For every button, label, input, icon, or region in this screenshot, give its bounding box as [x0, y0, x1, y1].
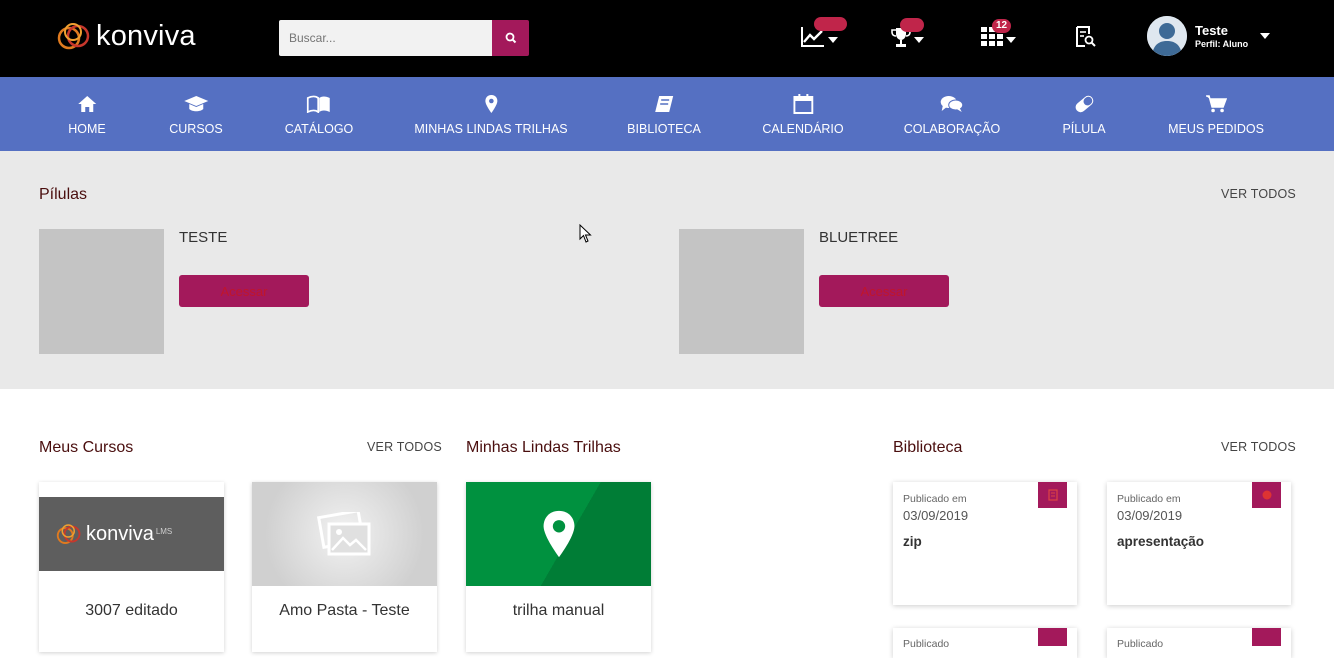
published-date: 03/09/2019	[903, 508, 969, 523]
section-title: Pílulas	[39, 186, 88, 203]
file-type-tag	[1038, 482, 1067, 508]
pilulas-section: Pílulas VER TODOS TESTE Acessar BLUETREE…	[0, 151, 1334, 389]
nav-item-home[interactable]: HOME	[68, 77, 106, 151]
chevron-down-icon	[914, 37, 924, 43]
user-name: Teste	[1195, 22, 1228, 38]
trilha-thumbnail	[466, 482, 651, 586]
published-label: Publicado	[903, 638, 950, 650]
nav-label: MEUS PEDIDOS	[1168, 122, 1264, 136]
achievements-badge	[900, 18, 924, 32]
calendar-icon	[793, 94, 813, 114]
nav-item-meus-pedidos[interactable]: MEUS PEDIDOS	[1168, 77, 1264, 151]
search-icon	[505, 32, 516, 44]
course-thumbnail	[252, 482, 437, 586]
library-item-title: zip	[903, 534, 922, 549]
library-card[interactable]: Publicado	[1107, 628, 1291, 658]
course-card[interactable]: Amo Pasta - Teste	[252, 482, 437, 652]
konviva-logo[interactable]: konviva	[54, 18, 196, 54]
nav-item-calendario[interactable]: CALENDÁRIO	[762, 77, 844, 151]
trilha-card[interactable]: trilha manual	[466, 482, 651, 652]
search-input[interactable]	[279, 20, 492, 56]
logo-rings-icon	[56, 524, 81, 544]
file-type-tag	[1252, 628, 1281, 646]
user-menu[interactable]: Teste Perfil: Aluno	[1147, 16, 1271, 56]
published-date: 03/09/2019	[1117, 508, 1183, 523]
presentation-icon	[1262, 490, 1271, 500]
document-search-button[interactable]	[1076, 24, 1096, 50]
user-profile: Perfil: Aluno	[1195, 38, 1249, 49]
nav-label: CALENDÁRIO	[762, 122, 844, 136]
trilha-name: trilha manual	[512, 602, 605, 619]
nav-label: COLABORAÇÃO	[903, 122, 1001, 136]
chevron-down-icon	[828, 37, 838, 43]
course-name: 3007 editado	[85, 602, 178, 619]
search-bar	[279, 20, 529, 56]
nav-label: CATÁLOGO	[284, 122, 354, 136]
avatar	[1147, 16, 1187, 56]
document-search-icon	[1076, 26, 1096, 47]
home-icon	[78, 96, 96, 112]
acessar-button[interactable]: Acessar	[819, 275, 949, 307]
ver-todos-link[interactable]: VER TODOS	[1221, 187, 1296, 201]
published-label: Publicado	[1117, 638, 1164, 650]
course-card[interactable]: konviva LMS 3007 editado	[39, 482, 224, 652]
library-card[interactable]: Publicado	[893, 628, 1077, 658]
graduation-cap-icon	[183, 96, 208, 112]
nav-label: HOME	[68, 122, 106, 136]
image-placeholder-icon	[316, 512, 370, 556]
pill-icon	[1075, 95, 1093, 113]
section-title: Meus Cursos	[39, 439, 134, 456]
nav-item-pilula[interactable]: PÍLULA	[1062, 77, 1106, 151]
chevron-down-icon	[1006, 37, 1016, 43]
map-pin-icon	[543, 510, 574, 558]
course-name: Amo Pasta - Teste	[279, 602, 410, 619]
search-button[interactable]	[492, 20, 529, 56]
file-type-tag	[1252, 482, 1281, 508]
library-card[interactable]: Publicado em 03/09/2019 apresentação	[1107, 482, 1291, 605]
nav-label: CURSOS	[169, 122, 223, 136]
published-label: Publicado em	[1117, 493, 1181, 505]
logo-rings-icon	[57, 23, 90, 50]
ver-todos-link[interactable]: VER TODOS	[1221, 440, 1296, 454]
thumb-logo-suffix: LMS	[155, 526, 173, 536]
open-book-icon	[307, 95, 330, 113]
course-thumbnail: konviva LMS	[39, 482, 224, 571]
section-title: Minhas Lindas Trilhas	[466, 439, 621, 456]
chevron-down-icon	[1260, 33, 1271, 39]
nav-label: BIBLIOTECA	[627, 122, 701, 136]
nav-item-trilhas[interactable]: MINHAS LINDAS TRILHAS	[414, 77, 568, 151]
logo-text: konviva	[96, 19, 196, 52]
file-type-tag	[1038, 628, 1067, 646]
pill-name: BLUETREE	[819, 229, 899, 246]
library-book-icon	[654, 96, 673, 112]
pill-name: TESTE	[179, 229, 228, 246]
nav-label: PÍLULA	[1062, 122, 1106, 136]
nav-item-biblioteca[interactable]: BIBLIOTECA	[627, 77, 701, 151]
ver-todos-link[interactable]: VER TODOS	[367, 440, 442, 454]
top-bar: konviva Buscar... 12 Teste Perfil: Aluno	[0, 0, 1334, 77]
library-card[interactable]: Publicado em 03/09/2019 zip	[893, 482, 1077, 605]
pill-thumbnail[interactable]	[39, 229, 164, 354]
cart-icon	[1205, 95, 1227, 113]
chat-bubbles-icon	[941, 96, 964, 112]
nav-item-catalogo[interactable]: CATÁLOGO	[284, 77, 354, 151]
section-title: Biblioteca	[893, 439, 963, 456]
published-label: Publicado em	[903, 493, 967, 505]
thumb-logo-text: konviva	[86, 522, 154, 545]
archive-icon	[1047, 489, 1058, 501]
notifications-badge: 12	[992, 19, 1012, 33]
map-pin-icon	[485, 95, 497, 113]
nav-item-cursos[interactable]: CURSOS	[169, 77, 223, 151]
nav-label: MINHAS LINDAS TRILHAS	[414, 122, 568, 136]
nav-item-colaboracao[interactable]: COLABORAÇÃO	[903, 77, 1001, 151]
acessar-button[interactable]: Acessar	[179, 275, 309, 307]
pill-thumbnail[interactable]	[679, 229, 804, 354]
stats-badge	[814, 17, 847, 31]
mouse-cursor-icon	[579, 224, 592, 243]
main-nav: HOME CURSOS CATÁLOGO MINHAS LINDAS TRILH…	[0, 77, 1334, 151]
user-silhouette-icon	[1147, 16, 1187, 56]
library-item-title: apresentação	[1117, 534, 1205, 549]
